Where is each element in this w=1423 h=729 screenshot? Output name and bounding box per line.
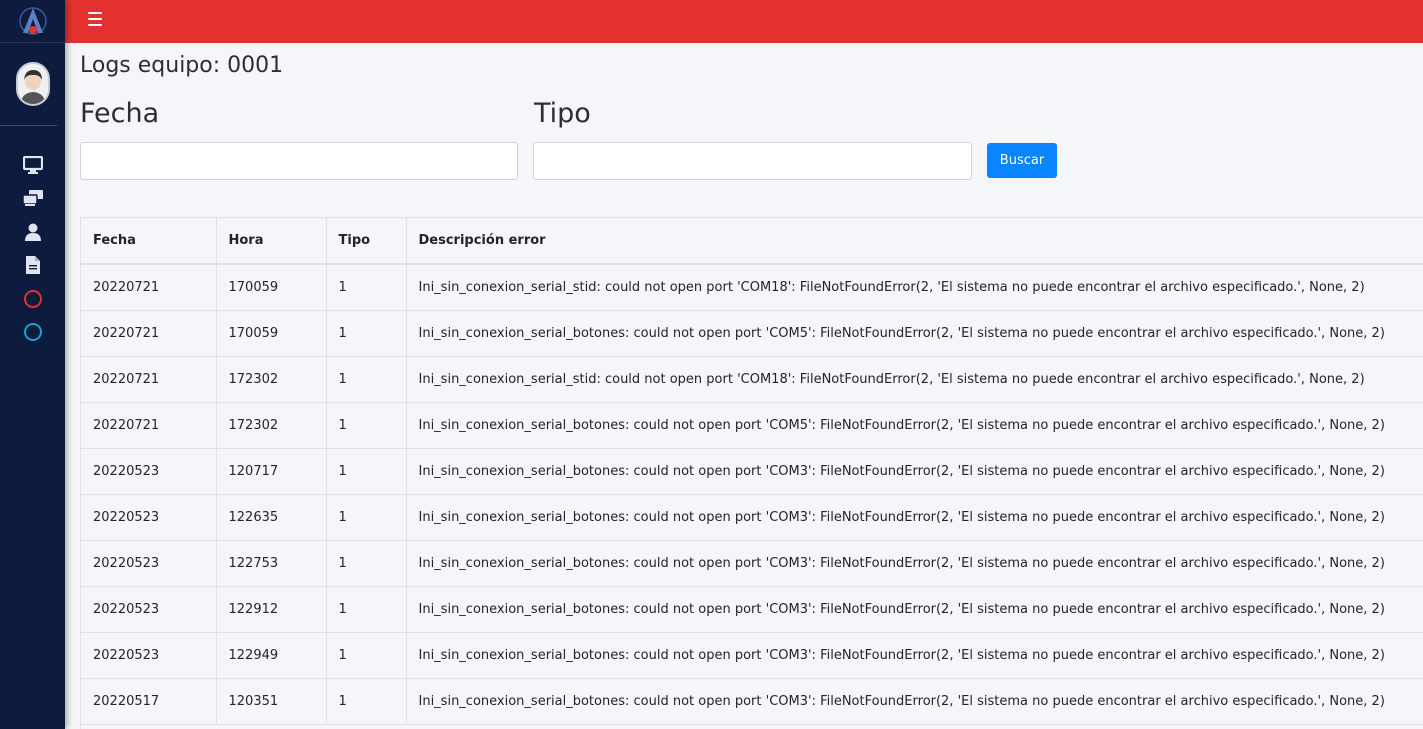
cell-descripcion: Ini_sin_conexion_serial_botones: could n… <box>406 586 1423 633</box>
cell-fecha: 20220721 <box>81 356 217 403</box>
cell-fecha: 20220721 <box>81 264 217 311</box>
app-logo-icon[interactable] <box>0 0 65 43</box>
sidebar-item-document[interactable] <box>0 249 65 283</box>
hamburger-icon[interactable] <box>88 12 102 26</box>
user-avatar-area <box>0 43 65 125</box>
fecha-input[interactable] <box>80 142 518 180</box>
devices-icon <box>21 190 43 207</box>
fecha-label: Fecha <box>80 98 160 129</box>
red-circle-icon <box>23 289 42 308</box>
cell-fecha: 20220523 <box>81 632 217 679</box>
cell-tipo: 1 <box>326 264 407 311</box>
table-row[interactable]: 20220523 122912 1 Ini_sin_conexion_serial_b… <box>81 586 1423 633</box>
table-body: 20220721 170059 1 Ini_sin_conexion_serial_s… <box>81 264 1423 725</box>
cell-tipo: 1 <box>326 586 407 633</box>
document-icon <box>25 256 40 275</box>
cell-hora: 122949 <box>216 632 327 679</box>
cell-tipo: 1 <box>326 356 407 403</box>
cell-descripcion: Ini_sin_conexion_serial_botones: could n… <box>406 632 1423 679</box>
logs-table: Fecha Hora Tipo Descripción error 202207… <box>81 218 1423 725</box>
cell-tipo: 1 <box>326 494 407 541</box>
sidebar-item-cyan-status[interactable] <box>0 316 65 350</box>
cyan-circle-icon <box>23 323 42 342</box>
table-row[interactable]: 20220523 122949 1 Ini_sin_conexion_serial_b… <box>81 632 1423 679</box>
cell-descripcion: Ini_sin_conexion_serial_stid: could not … <box>406 264 1423 311</box>
cell-descripcion: Ini_sin_conexion_serial_botones: could n… <box>406 310 1423 357</box>
cell-hora: 172302 <box>216 356 327 403</box>
cell-hora: 170059 <box>216 310 327 357</box>
monitor-icon <box>22 155 43 174</box>
table-row[interactable]: 20220721 172302 1 Ini_sin_conexion_serial_b… <box>81 402 1423 449</box>
cell-tipo: 1 <box>326 678 407 725</box>
table-row[interactable]: 20220721 170059 1 Ini_sin_conexion_serial_b… <box>81 310 1423 357</box>
logs-table-container: Fecha Hora Tipo Descripción error 202207… <box>80 217 1423 729</box>
cell-descripcion: Ini_sin_conexion_serial_botones: could n… <box>406 540 1423 587</box>
avatar[interactable] <box>15 62 50 106</box>
table-row[interactable]: 20220523 122753 1 Ini_sin_conexion_serial_b… <box>81 540 1423 587</box>
cell-fecha: 20220721 <box>81 402 217 449</box>
cell-tipo: 1 <box>326 448 407 495</box>
cell-hora: 122635 <box>216 494 327 541</box>
cell-descripcion: Ini_sin_conexion_serial_stid: could not … <box>406 356 1423 403</box>
table-row[interactable]: 20220721 172302 1 Ini_sin_conexion_serial_s… <box>81 356 1423 403</box>
cell-fecha: 20220523 <box>81 448 217 495</box>
cell-descripcion: Ini_sin_conexion_serial_botones: could n… <box>406 678 1423 725</box>
search-button[interactable]: Buscar <box>987 143 1057 178</box>
cell-tipo: 1 <box>326 632 407 679</box>
table-header-row: Fecha Hora Tipo Descripción error <box>81 218 1423 265</box>
cell-hora: 122753 <box>216 540 327 587</box>
tipo-input[interactable] <box>533 142 972 180</box>
top-navbar <box>65 0 1423 43</box>
cell-hora: 170059 <box>216 264 327 311</box>
cell-hora: 172302 <box>216 402 327 449</box>
column-header-tipo[interactable]: Tipo <box>326 218 407 265</box>
tipo-label: Tipo <box>534 98 591 129</box>
sidebar-nav <box>0 126 65 349</box>
table-row[interactable]: 20220523 120717 1 Ini_sin_conexion_serial_b… <box>81 448 1423 495</box>
page-title: Logs equipo: 0001 <box>80 53 284 78</box>
sidebar-item-red-status[interactable] <box>0 282 65 316</box>
cell-fecha: 20220721 <box>81 310 217 357</box>
sidebar-item-devices[interactable] <box>0 182 65 216</box>
table-row[interactable]: 20220721 170059 1 Ini_sin_conexion_serial_s… <box>81 264 1423 311</box>
sidebar-item-user[interactable] <box>0 215 65 249</box>
column-header-fecha[interactable]: Fecha <box>81 218 217 265</box>
cell-fecha: 20220523 <box>81 540 217 587</box>
cell-fecha: 20220523 <box>81 586 217 633</box>
cell-descripcion: Ini_sin_conexion_serial_botones: could n… <box>406 448 1423 495</box>
column-header-descripcion[interactable]: Descripción error <box>406 218 1423 265</box>
table-row[interactable]: 20220517 120351 1 Ini_sin_conexion_serial_b… <box>81 678 1423 725</box>
user-icon <box>24 223 41 241</box>
column-header-hora[interactable]: Hora <box>216 218 327 265</box>
cell-hora: 122912 <box>216 586 327 633</box>
cell-tipo: 1 <box>326 310 407 357</box>
cell-descripcion: Ini_sin_conexion_serial_botones: could n… <box>406 402 1423 449</box>
cell-hora: 120351 <box>216 678 327 725</box>
table-row[interactable]: 20220523 122635 1 Ini_sin_conexion_serial_b… <box>81 494 1423 541</box>
sidebar <box>0 0 65 729</box>
cell-descripcion: Ini_sin_conexion_serial_botones: could n… <box>406 494 1423 541</box>
cell-hora: 120717 <box>216 448 327 495</box>
sidebar-item-monitor[interactable] <box>0 148 65 182</box>
cell-fecha: 20220517 <box>81 678 217 725</box>
cell-tipo: 1 <box>326 540 407 587</box>
cell-fecha: 20220523 <box>81 494 217 541</box>
cell-tipo: 1 <box>326 402 407 449</box>
